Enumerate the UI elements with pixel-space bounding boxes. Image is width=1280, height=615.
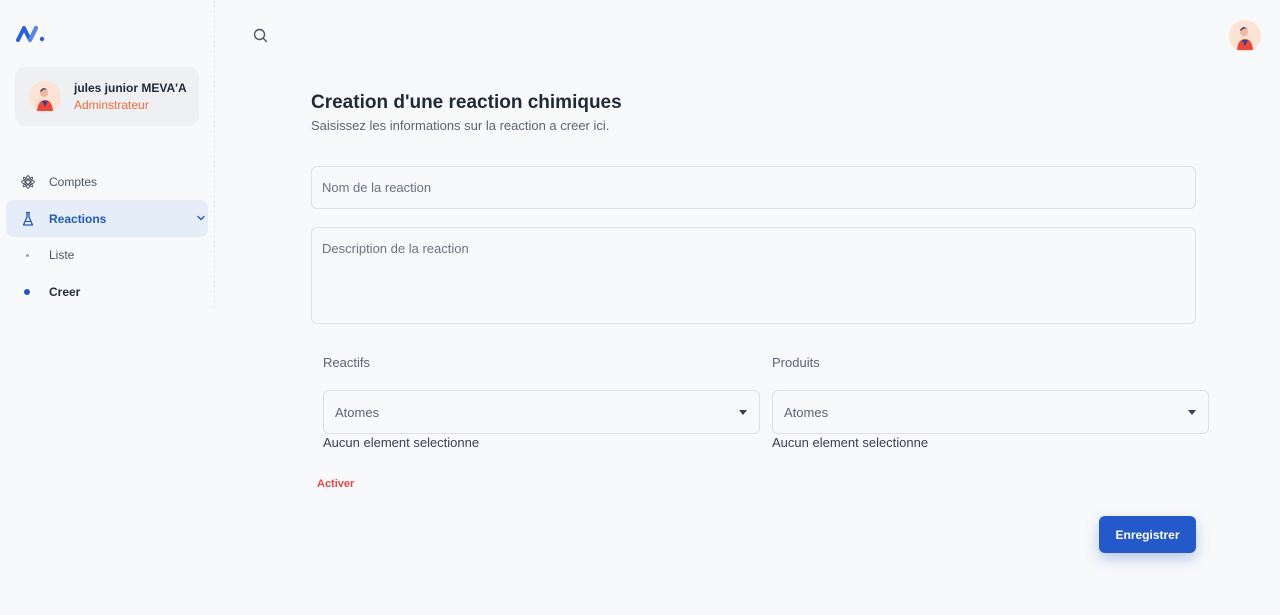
- flask-icon: [22, 211, 34, 226]
- page-subtitle: Saisissez les informations sur la reacti…: [311, 118, 610, 133]
- reaction-name-input[interactable]: [311, 166, 1196, 209]
- products-empty-text: Aucun element selectionne: [772, 435, 929, 450]
- sidebar-item-reactions[interactable]: Reactions: [6, 200, 208, 237]
- search-icon[interactable]: [252, 27, 269, 44]
- bullet-dot-icon: [26, 254, 29, 257]
- caret-down-icon: [739, 410, 747, 415]
- save-button[interactable]: Enregistrer: [1099, 516, 1196, 553]
- sidebar: jules junior MEVA'A Adminstrateur Compte…: [0, 0, 215, 308]
- reactants-empty-text: Aucun element selectionne: [323, 435, 480, 450]
- user-avatar-icon: [1229, 20, 1261, 52]
- products-select[interactable]: Atomes: [772, 390, 1209, 434]
- reaction-description-textarea[interactable]: [311, 227, 1196, 324]
- header-avatar[interactable]: [1229, 20, 1261, 52]
- page-title: Creation d'une reaction chimiques: [311, 92, 622, 113]
- user-role: Adminstrateur: [74, 98, 149, 112]
- logo-icon[interactable]: [16, 24, 46, 44]
- reactants-select[interactable]: Atomes: [323, 390, 760, 434]
- sidebar-subitem-label: Liste: [49, 248, 75, 262]
- sidebar-subitem-creer[interactable]: Creer: [6, 277, 208, 307]
- products-label: Produits: [772, 355, 820, 370]
- sidebar-item-label: Reactions: [49, 211, 107, 226]
- sidebar-subitem-liste[interactable]: Liste: [6, 240, 208, 270]
- settings-flower-icon: [20, 174, 36, 190]
- chevron-down-icon: [197, 215, 205, 221]
- user-name: jules junior MEVA'A: [74, 81, 187, 95]
- user-avatar-icon: [29, 81, 61, 113]
- reactants-label: Reactifs: [323, 355, 370, 370]
- sidebar-item-comptes[interactable]: Comptes: [6, 163, 208, 200]
- user-card[interactable]: jules junior MEVA'A Adminstrateur: [15, 67, 199, 126]
- select-value: Atomes: [784, 405, 829, 420]
- bullet-dot-icon: [24, 289, 30, 295]
- sidebar-item-label: Comptes: [49, 174, 98, 189]
- sidebar-subitem-label: Creer: [49, 285, 81, 299]
- caret-down-icon: [1188, 410, 1196, 415]
- activate-toggle[interactable]: Activer: [317, 478, 354, 490]
- select-value: Atomes: [335, 405, 380, 420]
- avatar: [29, 81, 61, 113]
